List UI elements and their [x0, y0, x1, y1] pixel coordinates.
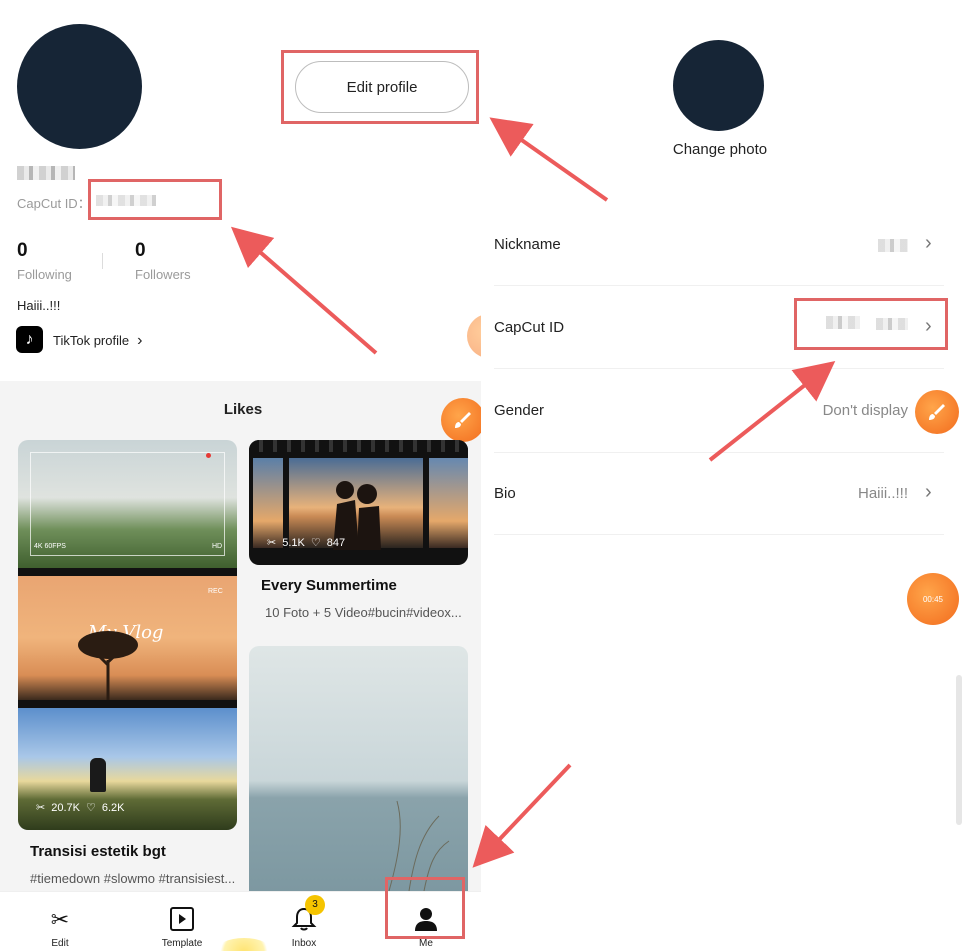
arrow-to-capcut-id — [230, 226, 378, 355]
arrow-to-edit-profile — [489, 117, 609, 202]
arrow-to-capcut-id-row — [708, 361, 836, 462]
arrow-to-me-tab — [472, 763, 572, 868]
annotation-arrows — [230, 117, 836, 868]
